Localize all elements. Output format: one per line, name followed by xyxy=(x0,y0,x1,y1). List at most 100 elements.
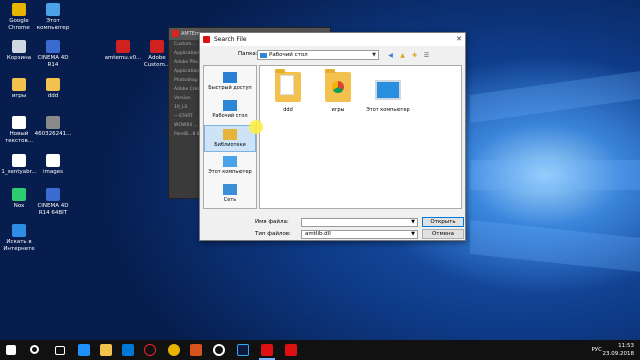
desktop: Google Chrome Этот компьютер Корзина CINEMA… xyxy=(0,0,640,340)
place-quick-access[interactable]: Быстрый доступ xyxy=(204,69,256,96)
desktop-icon-11[interactable]: images xyxy=(34,154,72,176)
chrome-icon xyxy=(332,81,344,93)
text-file-icon xyxy=(12,116,26,129)
desktop-icon-4[interactable]: amtemu.v0... xyxy=(104,40,142,62)
desktop-icon-label: Корзина xyxy=(6,55,32,61)
desktop-icon-label: Искать в Интернете xyxy=(3,239,35,252)
desktop-icon-2[interactable]: Корзина xyxy=(0,40,38,62)
amtemu-icon xyxy=(116,40,130,53)
desktop-icon-1[interactable]: Этот компьютер xyxy=(34,3,72,31)
look-in-combo[interactable]: Рабочий стол ▼ xyxy=(257,50,379,60)
desktop-icon-9[interactable]: 460326241... xyxy=(34,116,72,138)
chrome-icon xyxy=(12,3,26,16)
search-icon[interactable] xyxy=(30,345,39,354)
photoshop-icon[interactable] xyxy=(237,344,249,356)
folder-chrome-icon xyxy=(325,69,351,102)
start-icon[interactable] xyxy=(6,345,16,355)
file-item[interactable]: Этот компьютер xyxy=(366,72,410,113)
place-label: Быстрый доступ xyxy=(208,85,252,91)
desktop-icon-label: Новый текстов... xyxy=(5,131,33,144)
desktop-icon-label: images xyxy=(43,169,63,175)
file-icon xyxy=(46,154,60,167)
file-list: ddd игры Этот компьютер xyxy=(259,65,462,209)
desktop-icon-13[interactable]: CINEMA 4D R14 64BIT xyxy=(34,188,72,216)
file-label: Этот компьютер xyxy=(366,107,410,113)
amtemu-icon xyxy=(172,30,179,37)
close-icon[interactable]: ✕ xyxy=(456,33,462,46)
edge-icon[interactable] xyxy=(78,344,90,356)
image-file-icon xyxy=(46,116,60,129)
desktop-icon-10[interactable]: 1_sentyabr... xyxy=(0,154,38,176)
file-icon xyxy=(12,154,26,167)
store-icon[interactable] xyxy=(122,344,134,356)
recycle-bin-icon xyxy=(12,40,26,53)
desktop-icon-14[interactable]: Искать в Интернете xyxy=(0,224,38,252)
libraries-icon xyxy=(223,129,237,140)
amtemu-task-icon[interactable] xyxy=(259,344,275,360)
desktop-icon-label: ddd xyxy=(47,93,59,99)
desktop-icon-0[interactable]: Google Chrome xyxy=(0,3,38,31)
cinema4d-icon xyxy=(46,188,60,201)
task-view-icon[interactable] xyxy=(55,346,65,355)
place-libraries[interactable]: Библиотеки xyxy=(204,125,256,152)
place-desktop[interactable]: Рабочий стол xyxy=(204,97,256,124)
folder-icon xyxy=(12,78,26,91)
desktop-icon-6[interactable]: игры xyxy=(0,78,38,100)
view-menu-icon[interactable]: ☰ xyxy=(422,51,431,60)
cursor-highlight xyxy=(249,120,263,134)
file-item[interactable]: игры xyxy=(316,69,360,113)
filetype-select[interactable]: amtlib.dll ▼ xyxy=(301,230,418,239)
desktop-icon-7[interactable]: ddd xyxy=(34,78,72,100)
filetype-value: amtlib.dll xyxy=(305,231,331,237)
computer-icon xyxy=(375,80,401,100)
desktop-icon-label: 460326241... xyxy=(34,131,72,137)
clock-date[interactable]: 23.09.2018 xyxy=(603,350,635,358)
back-icon[interactable]: ◀ xyxy=(386,51,395,60)
desktop-icon-3[interactable]: CINEMA 4D R14 xyxy=(34,40,72,68)
open-button[interactable]: Открыть xyxy=(422,217,464,227)
computer-icon xyxy=(46,3,60,16)
wallpaper-beam xyxy=(470,220,640,272)
wallpaper-beam xyxy=(470,71,640,123)
media-icon[interactable] xyxy=(144,344,156,356)
chevron-down-icon: ▼ xyxy=(411,231,415,237)
file-item[interactable]: ddd xyxy=(266,69,310,113)
folder-icon xyxy=(275,69,301,102)
record-icon[interactable] xyxy=(213,344,225,356)
desktop-icon-label: 1_sentyabr... xyxy=(1,169,37,175)
place-label: Библиотеки xyxy=(214,142,246,148)
look-in-row: Папка: Рабочий стол ▼ ◀ ▲ ✚ ☰ xyxy=(200,48,467,62)
system-tray[interactable]: РУС 11:53 23.09.2018 xyxy=(591,342,635,358)
adobe-icon xyxy=(150,40,164,53)
desktop-icon-label: amtemu.v0... xyxy=(104,55,142,61)
desktop-icon-label: Google Chrome xyxy=(8,18,30,31)
app-icon[interactable] xyxy=(190,344,202,356)
language-indicator[interactable]: РУС xyxy=(591,346,602,354)
ie-icon xyxy=(12,224,26,237)
filename-input[interactable]: ▼ xyxy=(301,218,418,227)
desktop-icon-8[interactable]: Новый текстов... xyxy=(0,116,38,144)
place-label: Рабочий стол xyxy=(212,113,248,119)
chrome-icon[interactable] xyxy=(168,344,180,356)
document-icon xyxy=(280,75,294,95)
nox-icon xyxy=(12,188,26,201)
dialog-titlebar[interactable]: Search File ✕ xyxy=(200,33,465,46)
app-icon xyxy=(203,36,210,43)
place-network[interactable]: Сеть xyxy=(204,181,256,208)
up-folder-icon[interactable]: ▲ xyxy=(398,51,407,60)
taskbar: РУС 11:53 23.09.2018 xyxy=(0,340,640,360)
look-in-label: Папка: xyxy=(238,51,258,57)
desktop-icon-12[interactable]: Nox xyxy=(0,188,38,210)
filetype-label: Тип файлов: xyxy=(255,231,291,237)
adobe-task-icon[interactable] xyxy=(285,344,297,356)
desktop-icon-label: CINEMA 4D R14 xyxy=(37,55,69,68)
desktop-icon-label: Nox xyxy=(13,203,25,209)
clock-time[interactable]: 11:53 xyxy=(603,342,634,350)
places-bar: Быстрый доступ Рабочий стол Библиотеки Этот… xyxy=(203,65,257,209)
place-computer[interactable]: Этот компьютер xyxy=(204,153,256,180)
new-folder-icon[interactable]: ✚ xyxy=(410,51,419,60)
cancel-button[interactable]: Отмена xyxy=(422,229,464,239)
desktop-icon xyxy=(223,100,237,111)
folder-icon xyxy=(46,78,60,91)
explorer-icon[interactable] xyxy=(100,344,112,356)
